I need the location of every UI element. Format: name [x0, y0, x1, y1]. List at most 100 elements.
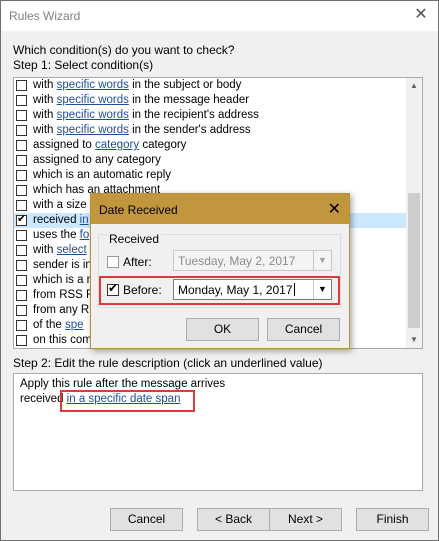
before-date-text: Monday, May 1, 2017 [178, 283, 293, 297]
condition-link[interactable]: fo [80, 229, 90, 241]
condition-text: with specific words in the message heade… [33, 94, 249, 106]
condition-checkbox[interactable] [16, 125, 27, 136]
condition-text: from RSS F [33, 289, 93, 301]
scroll-up-icon[interactable]: ▲ [406, 78, 422, 94]
condition-checkbox[interactable] [16, 200, 27, 211]
dialog-title: Date Received [99, 203, 178, 217]
condition-checkbox[interactable] [16, 245, 27, 256]
before-dropdown-icon[interactable]: ▼ [313, 280, 331, 299]
condition-row[interactable]: with specific words in the message heade… [14, 93, 406, 108]
step2-label: Step 2: Edit the rule description (click… [13, 356, 323, 370]
dialog-cancel-button[interactable]: Cancel [267, 318, 340, 341]
before-check-icon: ✔ [108, 281, 119, 295]
condition-text-part: in the message header [128, 94, 250, 106]
after-label: After: [123, 255, 152, 269]
condition-text-part: assigned to any category [33, 154, 161, 166]
condition-text-part: received [33, 214, 80, 226]
condition-text-part: uses the [33, 229, 80, 241]
condition-checkbox[interactable] [16, 155, 27, 166]
condition-text-part: from any RS [33, 304, 97, 316]
condition-row[interactable]: which is an automatic reply [14, 168, 406, 183]
condition-text: sender is in [33, 259, 92, 271]
condition-link[interactable]: in [80, 214, 89, 226]
date-received-dialog: Date Received ✕ Received After: Tuesday,… [90, 193, 350, 349]
condition-text-part: with [33, 109, 57, 121]
scroll-down-icon[interactable]: ▼ [406, 332, 422, 348]
text-caret [293, 283, 295, 296]
after-dropdown-icon[interactable]: ▼ [313, 251, 331, 270]
condition-text: on this com [33, 334, 92, 346]
condition-link[interactable]: spe [65, 319, 84, 331]
received-group-label: Received [107, 232, 162, 246]
condition-checkbox[interactable] [16, 305, 27, 316]
condition-checkbox[interactable] [16, 320, 27, 331]
condition-text-part: with [33, 244, 57, 256]
condition-text: with specific words in the recipient's a… [33, 109, 259, 121]
condition-row[interactable]: assigned to category category [14, 138, 406, 153]
condition-text: which is an automatic reply [33, 169, 171, 181]
condition-text: with a size [33, 199, 87, 211]
condition-text: with specific words in the sender's addr… [33, 124, 251, 136]
condition-row[interactable]: assigned to any category [14, 153, 406, 168]
condition-text: uses the fo [33, 229, 89, 241]
after-checkbox[interactable] [107, 256, 119, 268]
condition-text-part: from RSS F [33, 289, 94, 301]
highlight-date-span [60, 390, 195, 412]
condition-checkbox[interactable] [16, 335, 27, 346]
condition-link[interactable]: specific words [57, 109, 129, 121]
condition-checkbox[interactable] [16, 140, 27, 151]
condition-text-part: with [33, 124, 57, 136]
after-date-picker[interactable]: Tuesday, May 2, 2017 ▼ [173, 250, 332, 271]
conditions-scrollbar[interactable]: ▲ ▼ [406, 77, 423, 349]
before-checkbox[interactable]: ✔ [107, 281, 119, 296]
after-date-value: Tuesday, May 2, 2017 [178, 254, 296, 268]
condition-checkbox[interactable] [16, 95, 27, 106]
condition-checkbox[interactable] [16, 170, 27, 181]
back-button[interactable]: < Back [197, 508, 270, 531]
condition-checkbox[interactable] [16, 275, 27, 286]
condition-text-part: sender is in [33, 259, 92, 271]
condition-text-part: with [33, 94, 57, 106]
condition-text-part: in the subject or body [128, 79, 242, 91]
condition-text: from any RS [33, 304, 97, 316]
before-label: Before: [123, 283, 162, 297]
condition-link[interactable]: category [95, 139, 139, 151]
condition-checkbox[interactable] [16, 260, 27, 271]
before-date-picker[interactable]: Monday, May 1, 2017 ▼ [173, 279, 332, 300]
next-button[interactable]: Next > [269, 508, 342, 531]
close-icon[interactable]: ✕ [404, 1, 438, 31]
cancel-button[interactable]: Cancel [110, 508, 183, 531]
step1-question: Which condition(s) do you want to check? [13, 43, 235, 57]
condition-text-part: which is a m [33, 274, 97, 286]
condition-checkbox[interactable] [16, 110, 27, 121]
condition-link[interactable]: select [57, 244, 87, 256]
condition-checkbox[interactable] [16, 290, 27, 301]
window-title: Rules Wizard [9, 9, 81, 23]
condition-text-part: category [139, 139, 187, 151]
condition-link[interactable]: specific words [57, 79, 129, 91]
condition-text-part: assigned to [33, 139, 96, 151]
condition-checkbox[interactable] [16, 230, 27, 241]
condition-checkbox[interactable] [16, 80, 27, 91]
before-date-value: Monday, May 1, 2017 [178, 283, 295, 297]
dialog-close-icon[interactable]: ✕ [328, 199, 341, 219]
condition-checkbox[interactable] [16, 185, 27, 196]
condition-text-part: which is an automatic reply [33, 169, 172, 181]
condition-row[interactable]: with specific words in the subject or bo… [14, 78, 406, 93]
dialog-title-bar: Date Received ✕ [91, 194, 349, 224]
checkmark-icon: ✔ [17, 213, 27, 225]
condition-text: of the spe [33, 319, 84, 331]
condition-row[interactable]: with specific words in the recipient's a… [14, 108, 406, 123]
condition-link[interactable]: specific words [57, 124, 129, 136]
condition-text: assigned to category category [33, 139, 186, 151]
condition-text: which is a m [33, 274, 96, 286]
condition-row[interactable]: with specific words in the sender's addr… [14, 123, 406, 138]
condition-text-part: with [33, 79, 57, 91]
scroll-thumb[interactable] [408, 193, 420, 328]
condition-checkbox[interactable]: ✔ [16, 213, 27, 226]
condition-text: with select [33, 244, 87, 256]
dialog-ok-button[interactable]: OK [186, 318, 259, 341]
finish-button[interactable]: Finish [356, 508, 429, 531]
step1-label: Step 1: Select condition(s) [13, 58, 154, 72]
condition-link[interactable]: specific words [57, 94, 129, 106]
